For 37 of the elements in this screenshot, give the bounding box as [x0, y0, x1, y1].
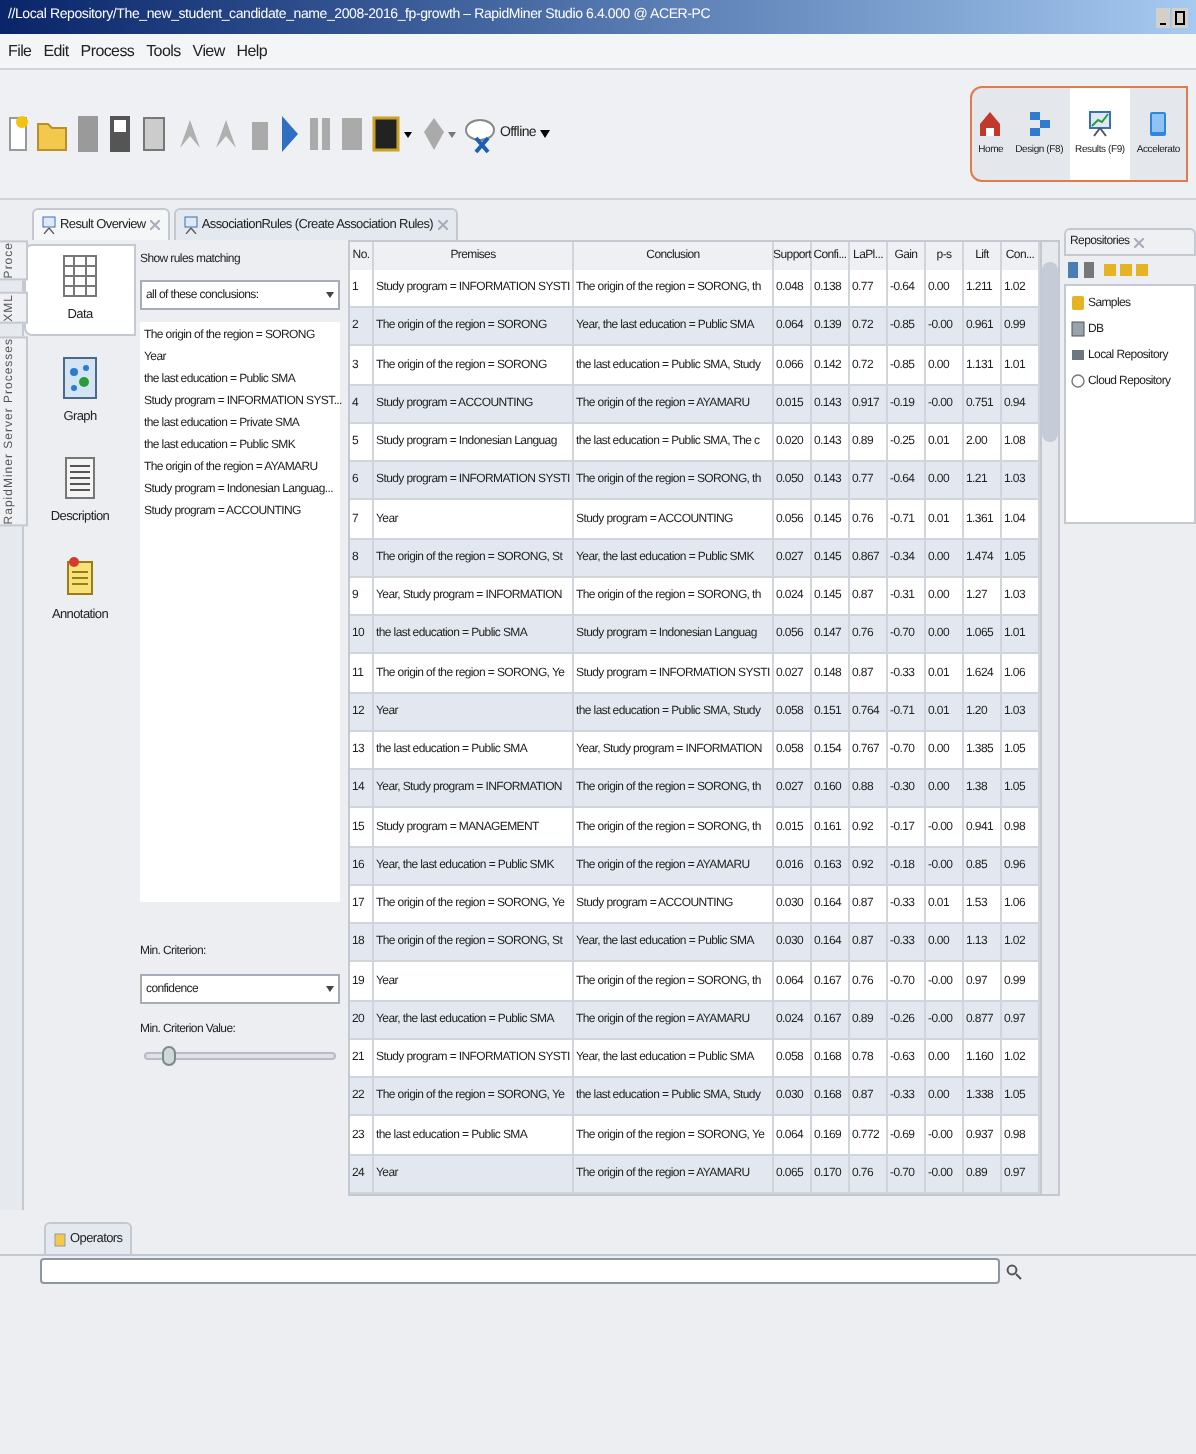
- slider-thumb[interactable]: [162, 1046, 177, 1066]
- pause-icon[interactable]: [308, 112, 332, 156]
- cloud-offline-icon: [464, 114, 496, 154]
- scatter-graph-icon: [62, 355, 98, 400]
- window-controls-icon[interactable]: [1156, 7, 1188, 27]
- house-icon: [978, 109, 1003, 138]
- flowchart-icon: [1027, 109, 1052, 138]
- blackboard-dropdown-icon[interactable]: [372, 112, 412, 156]
- chart-board-icon: [183, 216, 198, 234]
- chart-board-icon: [1087, 109, 1112, 138]
- menu-item[interactable]: File: [8, 39, 32, 63]
- close-icon[interactable]: [437, 220, 448, 230]
- folder-icon: [1070, 294, 1086, 312]
- text-document-icon: [64, 455, 96, 499]
- new-file-icon[interactable]: [8, 112, 28, 156]
- table-grid-icon: [62, 254, 98, 298]
- menu-item[interactable]: Edit: [43, 39, 69, 63]
- menu-item[interactable]: Help: [236, 39, 268, 63]
- close-icon[interactable]: [1133, 237, 1144, 247]
- menu-item[interactable]: View: [192, 39, 225, 63]
- save-as-icon[interactable]: [108, 112, 132, 156]
- chart-board-icon: [42, 216, 56, 234]
- close-icon[interactable]: [149, 220, 160, 230]
- menu-item[interactable]: Tools: [146, 39, 181, 63]
- repository-toolbar-icon[interactable]: [1068, 260, 1148, 280]
- tablet-icon: [1146, 109, 1171, 138]
- search-icon[interactable]: [1006, 1263, 1022, 1279]
- caret-icon: [326, 292, 334, 298]
- operator-icon: [54, 1231, 66, 1247]
- caret-icon: [326, 986, 334, 992]
- circle-icon: [1070, 372, 1086, 390]
- play-icon[interactable]: [280, 112, 300, 156]
- operator-search-field[interactable]: [40, 1258, 1000, 1284]
- notepad-icon: [64, 554, 96, 599]
- caret-icon: [540, 130, 551, 138]
- menu-item[interactable]: Process: [80, 39, 135, 63]
- scrollbar[interactable]: [1040, 242, 1058, 1194]
